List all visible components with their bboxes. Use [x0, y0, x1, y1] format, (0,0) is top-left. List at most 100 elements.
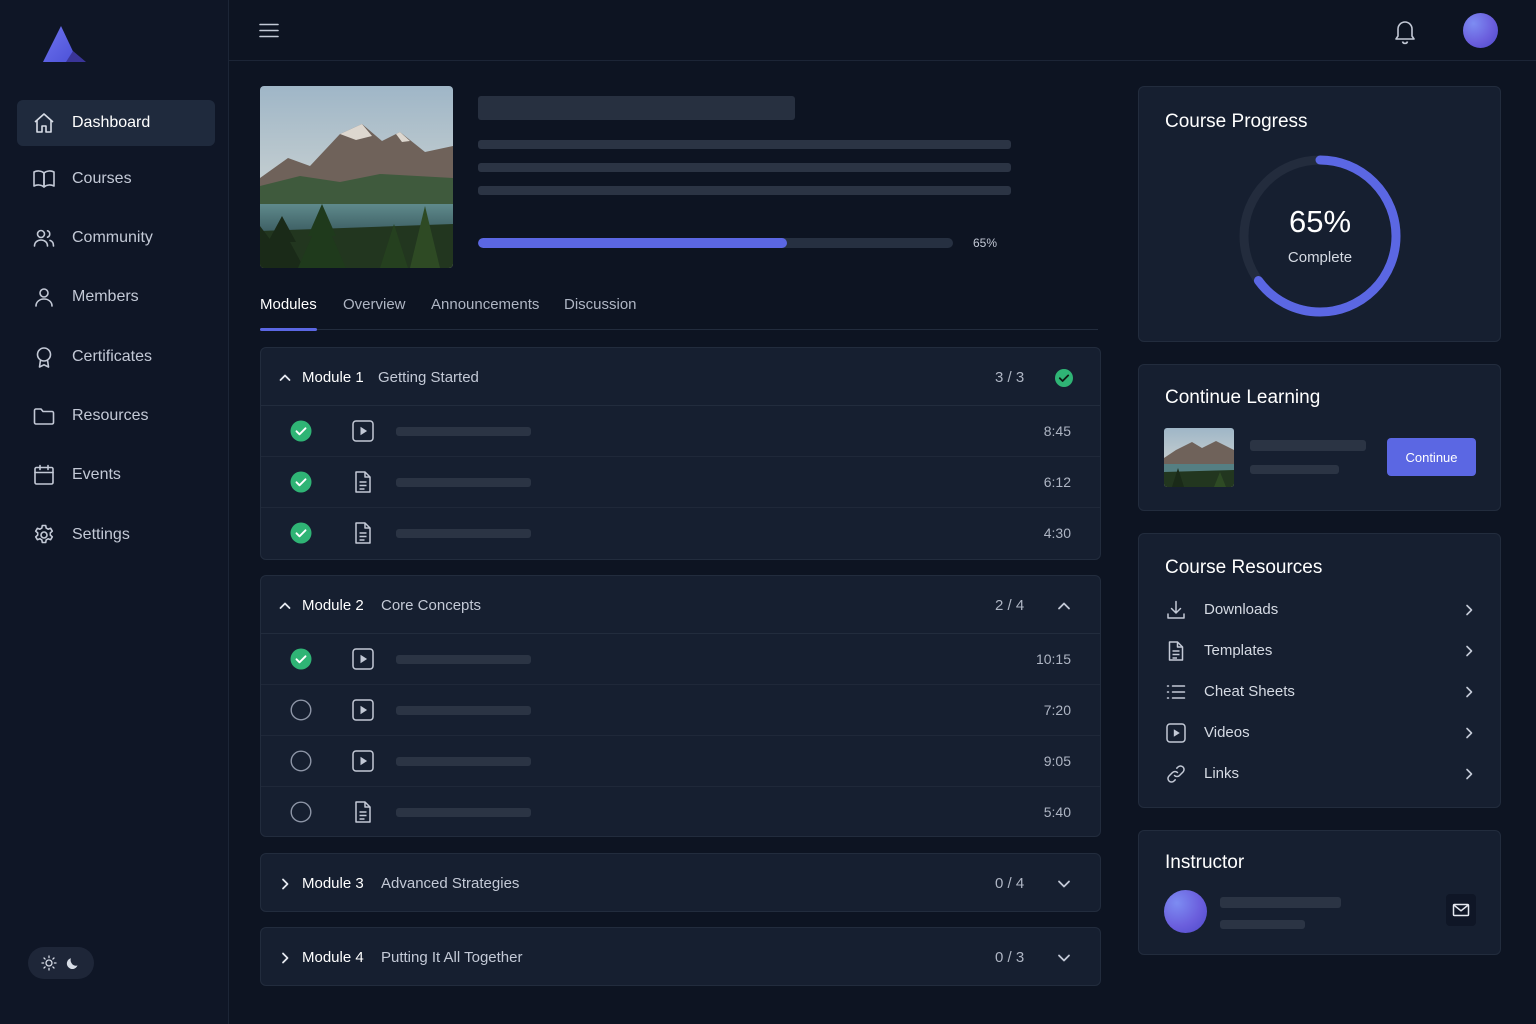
- resource-label: Cheat Sheets: [1204, 683, 1295, 700]
- book-icon: [32, 167, 56, 191]
- continue-learning-card: Continue Learning Continue: [1138, 364, 1501, 511]
- module-title: Putting It All Together: [381, 949, 523, 966]
- collapse-chevron-up-icon[interactable]: [1054, 596, 1074, 616]
- lesson-duration: 9:05: [1043, 753, 1071, 769]
- resource-item-videos[interactable]: Videos: [1139, 716, 1500, 752]
- menu-icon[interactable]: [257, 18, 281, 42]
- document-icon: [1165, 640, 1187, 662]
- sidebar-item-community[interactable]: Community: [17, 215, 215, 261]
- lesson-row[interactable]: 10:15: [261, 634, 1100, 685]
- course-title-placeholder: [478, 96, 795, 120]
- module-3: Module 3 Advanced Strategies 0 / 4: [260, 853, 1101, 912]
- chevron-right-icon: [1461, 684, 1477, 700]
- module-number: Module 1: [302, 369, 364, 386]
- user-avatar[interactable]: [1463, 13, 1498, 48]
- sidebar-item-settings[interactable]: Settings: [17, 512, 215, 558]
- lesson-complete-check-icon[interactable]: [290, 420, 312, 442]
- message-instructor-button[interactable]: [1446, 894, 1476, 926]
- module-header[interactable]: Module 3 Advanced Strategies 0 / 4: [261, 854, 1100, 911]
- sidebar-item-events[interactable]: Events: [17, 452, 215, 498]
- chevron-right-icon[interactable]: [277, 950, 293, 966]
- resource-label: Templates: [1204, 642, 1273, 659]
- sun-icon[interactable]: [41, 955, 57, 971]
- resource-label: Links: [1204, 765, 1240, 782]
- module-header[interactable]: Module 4 Putting It All Together 0 / 3: [261, 928, 1100, 985]
- course-tabs: Modules Overview Announcements Discussio…: [260, 296, 1098, 331]
- lesson-incomplete-circle-icon[interactable]: [290, 750, 312, 772]
- lesson-row[interactable]: 4:30: [261, 508, 1100, 559]
- lesson-row[interactable]: 5:40: [261, 787, 1100, 836]
- card-title: Continue Learning: [1165, 387, 1321, 408]
- module-lesson-count: 3 / 3: [995, 369, 1025, 386]
- sidebar-item-courses[interactable]: Courses: [17, 156, 215, 202]
- sidebar-item-certificates[interactable]: Certificates: [17, 334, 215, 380]
- moon-icon[interactable]: [65, 955, 81, 971]
- resource-item-downloads[interactable]: Downloads: [1139, 593, 1500, 629]
- video-icon: [351, 419, 375, 443]
- lesson-complete-check-icon[interactable]: [290, 648, 312, 670]
- video-icon: [351, 749, 375, 773]
- brand-logo[interactable]: [40, 24, 90, 66]
- lesson-title-placeholder: [396, 757, 531, 766]
- users-icon: [32, 226, 56, 250]
- chevron-up-icon[interactable]: [277, 370, 293, 386]
- sidebar-item-label: Community: [72, 229, 153, 246]
- lesson-incomplete-circle-icon[interactable]: [290, 801, 312, 823]
- notification-bell-icon[interactable]: [1392, 17, 1418, 45]
- course-progress-label: 65%: [973, 236, 998, 250]
- tab-overview[interactable]: Overview: [343, 296, 406, 330]
- theme-toggle[interactable]: [28, 947, 94, 979]
- module-title: Advanced Strategies: [381, 875, 520, 892]
- card-title: Instructor: [1165, 852, 1245, 873]
- chevron-up-icon[interactable]: [277, 598, 293, 614]
- progress-sub-label: Complete: [1287, 249, 1353, 266]
- expand-chevron-down-icon[interactable]: [1054, 948, 1074, 968]
- sidebar-item-resources[interactable]: Resources: [17, 393, 215, 439]
- module-header[interactable]: Module 1 Getting Started 3 / 3: [261, 348, 1100, 406]
- sidebar-item-label: Settings: [72, 526, 130, 543]
- resource-item-links[interactable]: Links: [1139, 757, 1500, 793]
- lesson-row[interactable]: 6:12: [261, 457, 1100, 508]
- module-title: Core Concepts: [381, 597, 482, 614]
- lesson-title-placeholder: [396, 427, 531, 436]
- lesson-duration: 5:40: [1043, 804, 1071, 820]
- lesson-thumbnail: [1164, 428, 1234, 487]
- lesson-title-placeholder: [396, 808, 531, 817]
- award-icon: [32, 345, 56, 369]
- lesson-duration: 7:20: [1043, 702, 1071, 718]
- lesson-duration: 10:15: [1035, 651, 1071, 667]
- module-number: Module 3: [302, 875, 364, 892]
- user-icon: [32, 285, 56, 309]
- lesson-duration: 8:45: [1043, 423, 1071, 439]
- lesson-row[interactable]: 7:20: [261, 685, 1100, 736]
- chevron-right-icon: [1461, 643, 1477, 659]
- course-description-line: [478, 140, 1011, 149]
- resource-item-templates[interactable]: Templates: [1139, 634, 1500, 670]
- card-title: Course Resources: [1165, 557, 1323, 578]
- video-icon: [351, 698, 375, 722]
- lesson-duration: 6:12: [1043, 474, 1071, 490]
- module-number: Module 4: [302, 949, 364, 966]
- lesson-row[interactable]: 9:05: [261, 736, 1100, 787]
- lesson-complete-check-icon[interactable]: [290, 522, 312, 544]
- gear-icon: [32, 523, 56, 547]
- instructor-avatar[interactable]: [1164, 890, 1207, 933]
- lesson-title-placeholder: [396, 478, 531, 487]
- module-header[interactable]: Module 2 Core Concepts 2 / 4: [261, 576, 1100, 634]
- lesson-incomplete-circle-icon[interactable]: [290, 699, 312, 721]
- sidebar-item-dashboard[interactable]: Dashboard: [17, 100, 215, 146]
- chevron-right-icon[interactable]: [277, 876, 293, 892]
- expand-chevron-down-icon[interactable]: [1054, 874, 1074, 894]
- sidebar-item-label: Dashboard: [72, 114, 151, 131]
- tab-modules[interactable]: Modules: [260, 296, 317, 331]
- sidebar-item-members[interactable]: Members: [17, 274, 215, 320]
- lesson-complete-check-icon[interactable]: [290, 471, 312, 493]
- lesson-row[interactable]: 8:45: [261, 406, 1100, 457]
- home-icon: [32, 111, 56, 135]
- folder-icon: [32, 404, 56, 428]
- tab-announcements[interactable]: Announcements: [431, 296, 539, 330]
- lesson-title-placeholder: [396, 706, 531, 715]
- tab-discussion[interactable]: Discussion: [564, 296, 637, 330]
- resource-item-cheat-sheets[interactable]: Cheat Sheets: [1139, 675, 1500, 711]
- continue-button[interactable]: Continue: [1387, 438, 1476, 476]
